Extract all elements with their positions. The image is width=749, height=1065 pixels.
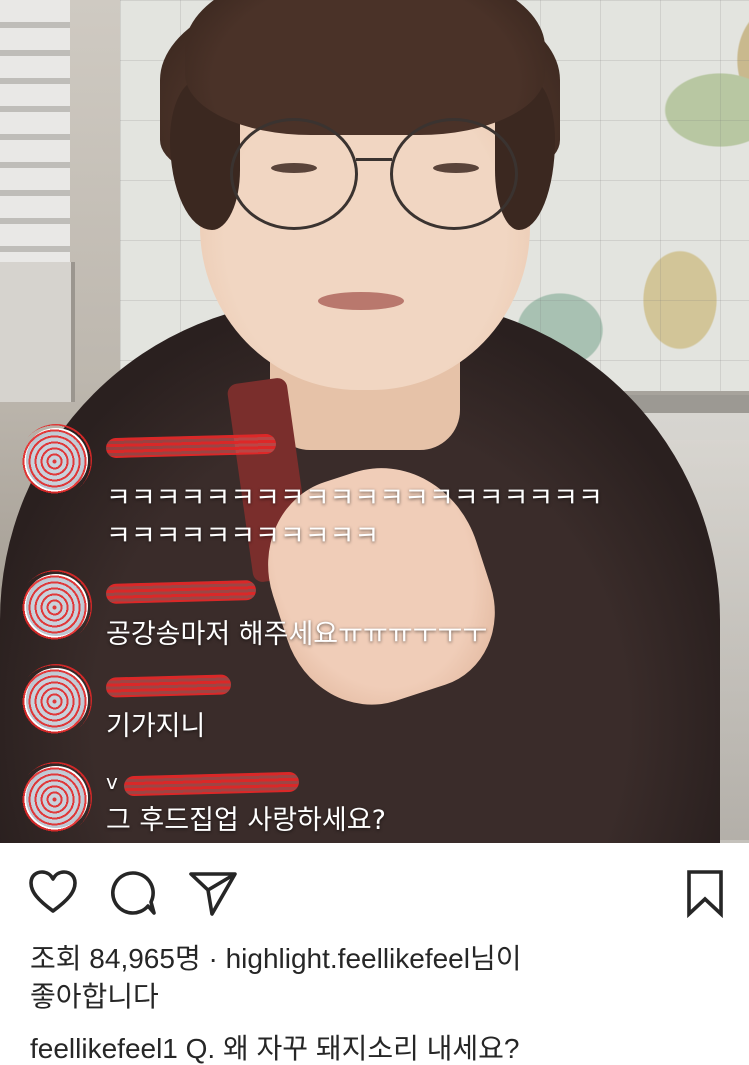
glasses (220, 118, 520, 238)
heart-icon[interactable] (28, 868, 78, 918)
comment-text: 기가지니 (106, 711, 206, 742)
live-video[interactable]: ㅋㅋㅋㅋㅋㅋㅋㅋㅋㅋㅋㅋㅋㅋㅋㅋㅋㅋㅋㅋ ㅋㅋㅋㅋㅋㅋㅋㅋㅋㅋㅋ 공강송마저 해… (0, 0, 749, 843)
avatar[interactable] (20, 664, 92, 736)
share-icon[interactable] (188, 868, 238, 918)
comment-text: 그 후드집업 사랑하세요? (106, 805, 386, 836)
liked-text: 좋아합니다 (30, 981, 159, 1012)
person-mouth (318, 292, 404, 310)
caption-text: Q. 왜 자꾸 돼지소리 내세요? (185, 1033, 520, 1064)
comment-text: 공강송마저 해주세요ㅠㅠㅠㅜㅜㅜ (106, 619, 488, 650)
comment-text-line: ㅋㅋㅋㅋㅋㅋㅋㅋㅋㅋㅋㅋㅋㅋㅋㅋㅋㅋㅋㅋ (106, 483, 603, 514)
avatar[interactable] (20, 762, 92, 834)
avatar[interactable] (20, 570, 92, 642)
liker-username[interactable]: highlight.feellikefeel (226, 943, 470, 974)
person-fringe (185, 0, 545, 135)
bookmark-icon[interactable] (680, 868, 730, 918)
separator: · (200, 943, 226, 974)
post-caption: feellikefeel1 Q. 왜 자꾸 돼지소리 내세요? (30, 1030, 730, 1065)
redacted-username (105, 674, 232, 698)
caption-username[interactable]: feellikefeel1 (30, 1033, 178, 1064)
window-frame (0, 262, 75, 402)
redacted-username (105, 580, 257, 604)
view-count: 조회 84,965명 (30, 943, 201, 974)
window-blind (0, 0, 70, 270)
likes-summary: 조회 84,965명 · highlight.feellikefeel님이 좋아… (30, 940, 720, 1016)
comment-text-line: ㅋㅋㅋㅋㅋㅋㅋㅋㅋㅋㅋ (106, 521, 380, 552)
comment-icon[interactable] (108, 868, 158, 918)
comment-username: v (106, 770, 120, 794)
avatar[interactable] (20, 424, 92, 496)
liker-suffix: 님이 (469, 943, 522, 974)
